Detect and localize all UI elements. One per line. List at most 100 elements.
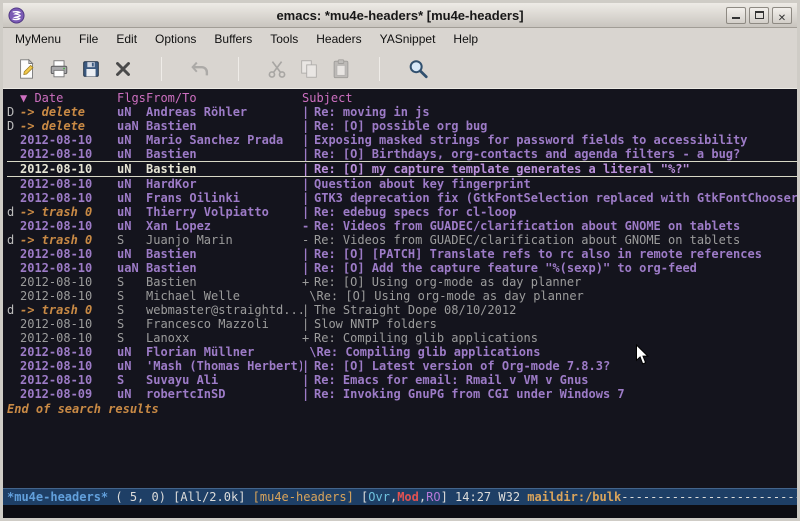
message-row[interactable]: 2012-08-09uNrobertcInSD|Re: Invoking Gnu… xyxy=(7,387,797,401)
row-from: Francesco Mazzoli xyxy=(146,317,302,331)
row-date: 2012-08-10 xyxy=(20,373,117,387)
row-from: Bastien xyxy=(146,119,302,133)
row-action: -> delete xyxy=(20,105,117,119)
row-mark: D xyxy=(7,105,20,119)
row-from: webmaster@straightd... xyxy=(146,303,302,317)
row-action: -> delete xyxy=(20,119,117,133)
window-controls xyxy=(726,7,792,24)
message-row[interactable]: 2012-08-10SLanoxx+Re: Compiling glib app… xyxy=(7,331,797,345)
message-row[interactable]: 2012-08-10uNMario Sanchez Prada|Exposing… xyxy=(7,133,797,147)
row-mark xyxy=(7,387,20,401)
row-flags: uN xyxy=(117,162,146,176)
message-row[interactable]: d-> trash 0Swebmaster@straightd...|The S… xyxy=(7,303,797,317)
thread-connector: + xyxy=(302,275,314,289)
close-button[interactable] xyxy=(772,7,792,24)
message-row[interactable]: 2012-08-10uNFrans Oilinki|GTK3 deprecati… xyxy=(7,191,797,205)
column-header-from[interactable]: From/To xyxy=(146,91,302,105)
row-from: Bastien xyxy=(146,147,302,161)
modeline-segment-plain: ] xyxy=(441,490,455,504)
menu-item-headers[interactable]: Headers xyxy=(307,29,370,49)
message-row[interactable]: 2012-08-10SFrancesco Mazzoli|Slow NNTP f… xyxy=(7,317,797,331)
row-mark xyxy=(7,247,20,261)
message-row[interactable]: 2012-08-10uNHardKor|Question about key f… xyxy=(7,177,797,191)
row-date: 2012-08-10 xyxy=(20,247,117,261)
column-header-flags[interactable]: Flgs xyxy=(117,91,146,105)
menu-item-help[interactable]: Help xyxy=(444,29,487,49)
minimize-button[interactable] xyxy=(726,7,746,24)
row-flags: S xyxy=(117,373,146,387)
row-flags: uN xyxy=(117,219,146,233)
row-mark xyxy=(7,359,20,373)
message-row[interactable]: 2012-08-10uNXan Lopez-Re: Videos from GU… xyxy=(7,219,797,233)
menu-item-tools[interactable]: Tools xyxy=(261,29,307,49)
message-row[interactable]: 2012-08-10SBastien+Re: [O] Using org-mod… xyxy=(7,275,797,289)
maximize-icon xyxy=(755,11,764,19)
row-date: 2012-08-10 xyxy=(20,275,117,289)
message-row[interactable]: 2012-08-10SMichael Welle \Re: [O] Using … xyxy=(7,289,797,303)
search-button[interactable] xyxy=(402,53,434,84)
message-row[interactable]: 2012-08-10uN'Mash (Thomas Herbert)|Re: [… xyxy=(7,359,797,373)
row-from: HardKor xyxy=(146,177,302,191)
message-row[interactable]: 2012-08-10uNBastien|Re: [O] [PATCH] Tran… xyxy=(7,247,797,261)
row-date: 2012-08-10 xyxy=(20,133,117,147)
close-button[interactable] xyxy=(107,53,139,84)
new-file-button[interactable] xyxy=(11,53,43,84)
message-row-selected[interactable]: 2012-08-10uNBastien|Re: [O] my capture t… xyxy=(7,161,797,177)
message-row[interactable]: d-> trash 0SJuanjo Marin-Re: Videos from… xyxy=(7,233,797,247)
message-row[interactable]: 2012-08-10uNFlorian Müllner \Re: Compili… xyxy=(7,345,797,359)
modeline-segment-ovr: Ovr xyxy=(368,490,390,504)
row-subject: Re: [O] Using org-mode as day planner xyxy=(314,275,797,289)
titlebar: emacs: *mu4e-headers* [mu4e-headers] xyxy=(3,3,797,28)
message-row[interactable]: 2012-08-10uNBastien|Re: [O] Birthdays, o… xyxy=(7,147,797,161)
thread-connector: | xyxy=(302,147,314,161)
row-mark xyxy=(7,162,20,176)
menu-item-edit[interactable]: Edit xyxy=(107,29,146,49)
row-flags: uN xyxy=(117,359,146,373)
open-file-button[interactable] xyxy=(43,53,75,84)
row-mark xyxy=(7,133,20,147)
row-flags: uN xyxy=(117,345,146,359)
menu-item-file[interactable]: File xyxy=(70,29,107,49)
row-mark xyxy=(7,147,20,161)
save-icon xyxy=(80,58,102,80)
message-row[interactable]: d-> trash 0uNThierry Volpiatto|Re: edebu… xyxy=(7,205,797,219)
window-title: emacs: *mu4e-headers* [mu4e-headers] xyxy=(3,8,797,23)
row-mark xyxy=(7,331,20,345)
row-mark xyxy=(7,219,20,233)
emacs-app-icon[interactable] xyxy=(8,7,25,24)
column-header-date[interactable]: ▼ Date xyxy=(20,91,117,105)
save-button[interactable] xyxy=(75,53,107,84)
row-mark xyxy=(7,345,20,359)
close-icon xyxy=(778,6,786,25)
toolbar-separator xyxy=(238,57,239,81)
column-header-subject[interactable]: Subject xyxy=(302,91,797,105)
maximize-button[interactable] xyxy=(749,7,769,24)
paste-icon xyxy=(330,58,352,80)
thread-connector: | xyxy=(302,162,314,176)
row-mark xyxy=(7,177,20,191)
row-mark: D xyxy=(7,119,20,133)
menu-item-mymenu[interactable]: MyMenu xyxy=(6,29,70,49)
thread-connector: | xyxy=(302,177,314,191)
close-icon xyxy=(112,58,134,80)
row-mark: d xyxy=(7,303,20,317)
row-subject: Re: Invoking GnuPG from CGI under Window… xyxy=(314,387,797,401)
menu-item-options[interactable]: Options xyxy=(146,29,205,49)
search-icon xyxy=(407,58,429,80)
mu4e-headers-buffer: ▼ Date Flgs From/To Subject D-> deleteuN… xyxy=(3,88,797,488)
message-row[interactable]: D-> deleteuNAndreas Röhler|Re: moving in… xyxy=(7,105,797,119)
row-subject: Exposing masked strings for password fie… xyxy=(314,133,797,147)
menu-item-yasnippet[interactable]: YASnippet xyxy=(371,29,445,49)
minimize-icon xyxy=(732,11,740,19)
menu-item-buffers[interactable]: Buffers xyxy=(205,29,261,49)
row-mark xyxy=(7,373,20,387)
row-subject: Re: [O] my capture template generates a … xyxy=(314,162,797,176)
message-row[interactable]: 2012-08-10uaNBastien|Re: [O] Add the cap… xyxy=(7,261,797,275)
emacs-window: emacs: *mu4e-headers* [mu4e-headers] MyM… xyxy=(0,0,800,521)
echo-area[interactable] xyxy=(3,505,797,518)
message-row[interactable]: 2012-08-10SSuvayu Ali|Re: Emacs for emai… xyxy=(7,373,797,387)
row-subject: Re: Videos from GUADEC/clarification abo… xyxy=(314,233,797,247)
row-subject: Re: [O] possible org bug xyxy=(314,119,797,133)
row-date: 2012-08-10 xyxy=(20,345,117,359)
message-row[interactable]: D-> deleteuaNBastien|Re: [O] possible or… xyxy=(7,119,797,133)
